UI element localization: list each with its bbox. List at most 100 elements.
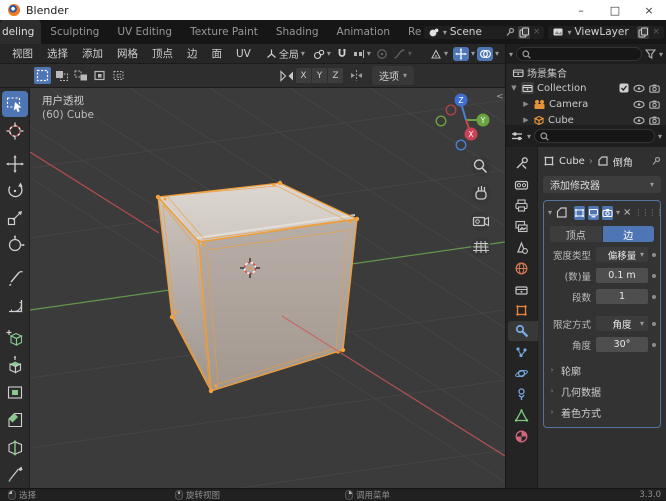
outliner-row-scene-collection[interactable]: 场景集合 <box>506 64 666 80</box>
select-mode-invert[interactable] <box>91 67 108 84</box>
section-shading[interactable]: › 着色方式 <box>548 403 656 421</box>
menu-mesh[interactable]: 网格 <box>111 46 144 61</box>
pan-hand-icon[interactable] <box>471 184 491 204</box>
mirror-y-toggle[interactable]: Y <box>312 68 327 83</box>
tab-collection[interactable] <box>508 279 536 299</box>
panel-expand-icon[interactable]: ▾ <box>548 208 552 217</box>
menu-add[interactable]: 添加 <box>76 46 109 61</box>
tool-rotate[interactable] <box>2 178 28 204</box>
sidebar-collapse-icon[interactable]: < <box>496 92 504 102</box>
overlays-dropdown-icon[interactable]: ▾ <box>495 49 499 58</box>
proportional-falloff-dropdown[interactable]: ▾ <box>390 47 415 61</box>
show-render-toggle[interactable] <box>602 205 614 220</box>
select-mode-subtract[interactable] <box>72 67 89 84</box>
tool-select-box[interactable] <box>1 91 28 117</box>
tool-scale[interactable] <box>2 205 28 231</box>
remove-view-layer-icon[interactable]: × <box>652 27 660 37</box>
tab-modeling[interactable]: deling <box>0 20 42 44</box>
keyframe-dot-icon[interactable] <box>652 294 656 299</box>
snap-magnet-icon[interactable] <box>336 48 348 60</box>
tool-knife[interactable] <box>2 461 28 487</box>
camera-view-icon[interactable] <box>471 211 491 231</box>
tab-object-data[interactable] <box>508 405 536 425</box>
tab-output[interactable] <box>508 195 536 215</box>
eye-icon[interactable] <box>633 84 645 93</box>
outliner-row-camera[interactable]: ▶ Camera <box>506 96 666 112</box>
properties-search-input[interactable] <box>534 129 655 143</box>
tab-tool[interactable] <box>508 153 536 173</box>
gizmo-dropdown-icon[interactable]: ▾ <box>471 49 475 58</box>
tool-add-cube[interactable] <box>2 325 28 351</box>
tool-extrude[interactable] <box>2 353 28 379</box>
render-camera-icon[interactable] <box>649 116 660 125</box>
show-in-editmode-toggle[interactable] <box>574 205 586 220</box>
tab-rendering[interactable]: Rend <box>399 20 422 44</box>
editor-type-dropdown-icon[interactable]: ▾ <box>509 50 513 59</box>
tool-bevel[interactable] <box>2 407 28 433</box>
maximize-button[interactable]: □ <box>598 0 632 20</box>
tool-loop-cut[interactable] <box>2 434 28 460</box>
scene-selector[interactable]: ▾ Scene × <box>423 25 545 39</box>
render-camera-icon[interactable] <box>649 84 660 93</box>
outliner-row-collection[interactable]: ▼ Collection <box>506 80 666 96</box>
tab-particles[interactable] <box>508 342 536 362</box>
viewport-canvas[interactable]: Z Y X < 用户透视 (60) Cube <box>30 88 505 488</box>
render-camera-icon[interactable] <box>649 100 660 109</box>
tab-sculpting[interactable]: Sculpting <box>41 20 108 44</box>
orthographic-grid-icon[interactable] <box>471 237 491 257</box>
pin-icon[interactable] <box>651 156 661 166</box>
tab-scene[interactable] <box>508 237 536 257</box>
keyframe-dot-icon[interactable] <box>652 321 656 326</box>
angle-field[interactable]: 30° <box>596 337 648 352</box>
eye-icon[interactable] <box>633 116 645 125</box>
keyframe-dot-icon[interactable] <box>652 252 656 257</box>
breadcrumb-object[interactable]: Cube <box>559 156 585 167</box>
tab-physics[interactable] <box>508 363 536 383</box>
transform-orientation-dropdown[interactable]: 全局 ▾ <box>263 45 308 62</box>
add-modifier-button[interactable]: 添加修改器 ▾ <box>543 176 661 193</box>
proportional-editing-icon[interactable] <box>376 48 388 60</box>
close-button[interactable]: × <box>632 0 666 20</box>
affect-vertices-button[interactable]: 顶点 <box>550 226 602 242</box>
tool-transform[interactable] <box>2 232 28 258</box>
keyframe-dot-icon[interactable] <box>652 342 656 347</box>
expand-arrow-icon[interactable]: ▶ <box>522 116 530 124</box>
menu-uv[interactable]: UV <box>230 48 257 60</box>
drag-handle-icon[interactable]: ⋮⋮⋮⋮ <box>634 208 663 217</box>
segments-field[interactable]: 1 <box>596 289 648 304</box>
tool-inset-faces[interactable] <box>2 380 28 406</box>
filter-dropdown-icon[interactable]: ▾ <box>659 50 663 59</box>
mirror-x-toggle[interactable]: X <box>296 68 311 83</box>
affect-edges-button[interactable]: 边 <box>602 226 654 242</box>
delete-modifier-icon[interactable]: × <box>623 207 631 218</box>
breadcrumb-modifier[interactable]: 倒角 <box>613 154 633 169</box>
tab-render[interactable] <box>508 174 536 194</box>
outliner-search-input[interactable] <box>516 47 642 61</box>
visibility-dropdown[interactable]: ▾ <box>427 47 451 61</box>
filter-icon[interactable] <box>644 49 656 59</box>
tab-uv-editing[interactable]: UV Editing <box>108 20 181 44</box>
menu-select[interactable]: 选择 <box>41 46 74 61</box>
tab-shading[interactable]: Shading <box>267 20 328 44</box>
tool-move[interactable] <box>2 151 28 177</box>
tool-annotate[interactable] <box>2 265 28 291</box>
keyframe-dot-icon[interactable] <box>652 273 656 278</box>
section-profile[interactable]: › 轮廓 <box>548 361 656 379</box>
width-type-dropdown[interactable]: 偏移量 ▾ <box>596 247 648 262</box>
properties-options-icon[interactable]: ▾ <box>658 132 662 141</box>
section-geometry[interactable]: › 几何数据 <box>548 382 656 400</box>
view-layer-selector[interactable]: ▾ ViewLayer × <box>548 25 664 39</box>
menu-face[interactable]: 面 <box>206 46 229 61</box>
minimize-button[interactable]: – <box>564 0 598 20</box>
select-mode-intersect[interactable] <box>110 67 127 84</box>
options-dropdown[interactable]: 选项 ▾ <box>372 66 415 85</box>
tool-measure[interactable] <box>2 292 28 318</box>
limit-method-dropdown[interactable]: 角度 ▾ <box>596 316 648 331</box>
editor-type-dropdown-icon[interactable]: ▾ <box>527 132 531 141</box>
amount-field[interactable]: 0.1 m <box>596 268 648 283</box>
properties-editor-icon[interactable] <box>510 130 524 142</box>
show-gizmo-toggle[interactable] <box>452 46 469 61</box>
pin-icon[interactable] <box>505 27 515 37</box>
collapse-arrow-icon[interactable]: ▼ <box>510 84 518 92</box>
tab-material[interactable] <box>508 426 536 446</box>
